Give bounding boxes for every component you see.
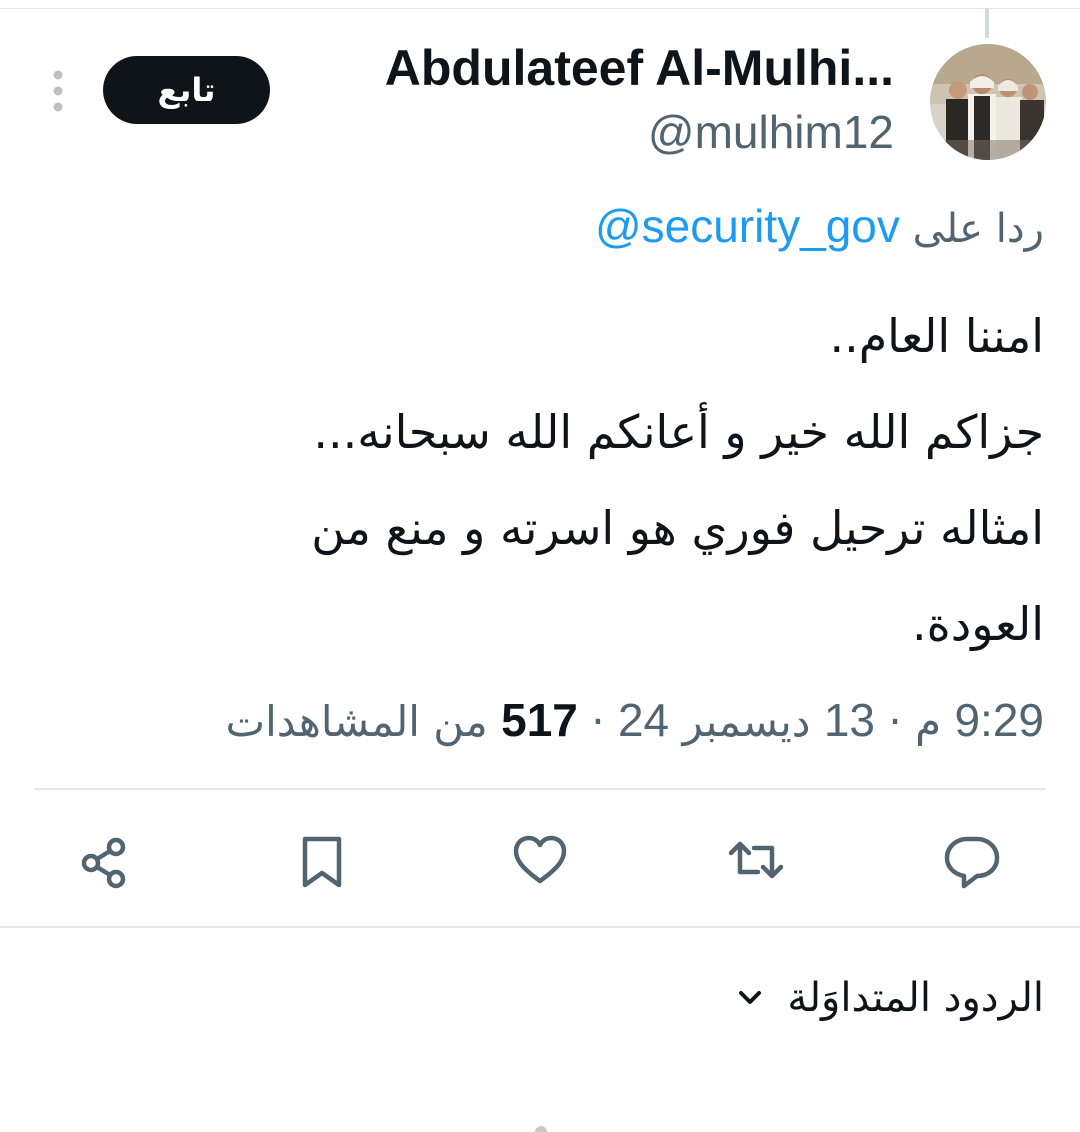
bookmark-icon <box>302 836 342 888</box>
tweet-ampm: م <box>915 697 942 746</box>
share-button[interactable] <box>76 830 136 890</box>
like-button[interactable] <box>510 830 570 890</box>
tweet-line: امننا العام.. <box>829 309 1044 363</box>
chevron-down-icon <box>735 983 765 1013</box>
meta-separator: · <box>591 697 605 746</box>
heart-icon <box>513 835 567 884</box>
thread-connector-line <box>985 8 989 38</box>
tweet-line: امثاله ترحيل فوري هو اسرته و منع من <box>311 501 1044 555</box>
profile-photo-icon <box>930 44 1046 160</box>
more-vertical-icon <box>53 70 63 112</box>
reply-context-prefix: ردا على <box>912 206 1044 252</box>
tweet-day[interactable]: 13 <box>824 694 875 746</box>
retweet-icon <box>728 841 784 879</box>
tweet-line: العودة. <box>912 597 1044 651</box>
meta-separator: · <box>888 697 902 746</box>
top-divider <box>0 8 1080 9</box>
bookmark-button[interactable] <box>292 830 352 890</box>
author-display-name[interactable]: Abdulateef Al-Mulhi... <box>385 38 894 98</box>
tweet-year: 24 <box>617 694 670 746</box>
tweet-time[interactable]: 9:29 <box>954 694 1044 746</box>
reply-mention-link[interactable]: @security_gov <box>595 200 900 252</box>
action-bar <box>0 820 1080 900</box>
author-avatar[interactable] <box>930 44 1046 160</box>
author-handle[interactable]: @mulhim12 <box>648 104 894 160</box>
more-options-button[interactable] <box>44 66 72 116</box>
tweet-meta: 9:29 م · 13 ديسمبر 24 · 517 من المشاهدات <box>226 690 1044 752</box>
retweet-button[interactable] <box>726 830 786 890</box>
replies-sort-toggle[interactable]: الردود المتداوَلة <box>735 968 1044 1028</box>
actions-divider <box>0 926 1080 928</box>
tweet-body: امننا العام.. جزاكم الله خير و أعانكم ال… <box>164 288 1044 672</box>
share-icon <box>81 837 126 889</box>
views-label: من المشاهدات <box>225 697 488 746</box>
tweet-line: جزاكم الله خير و أعانكم الله سبحانه... <box>313 405 1044 459</box>
reply-button[interactable] <box>942 830 1002 890</box>
follow-button[interactable]: تابع <box>103 56 270 124</box>
follow-button-label: تابع <box>157 71 216 109</box>
reply-context: ردا على @security_gov <box>595 196 1044 259</box>
reply-icon <box>944 836 1000 889</box>
replies-sort-label: الردود المتداوَلة <box>787 975 1044 1021</box>
scroll-indicator <box>535 1126 547 1132</box>
meta-divider <box>34 788 1046 790</box>
views-count[interactable]: 517 <box>501 694 578 746</box>
tweet-month: ديسمبر <box>682 697 811 746</box>
